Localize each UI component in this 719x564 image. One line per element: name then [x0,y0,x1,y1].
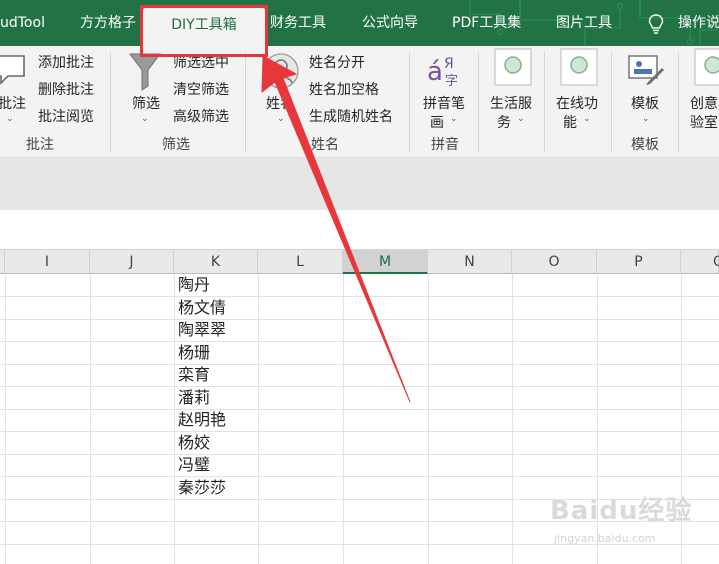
gridline [0,476,719,477]
group-separator [544,52,545,152]
gridline [0,341,719,342]
ribbon-panel: 批注 ⌄ 添加批注 删除批注 批注阅览 批注 筛选 ⌄ 筛选选中 清空筛选 高级… [0,46,719,158]
tell-me-box[interactable]: 操作说 [648,0,719,46]
gridline [0,409,719,410]
watermark-logo: Baidu经验 [550,496,693,526]
group-label-filter: 筛选 [162,137,190,153]
chevron-down-icon: ⌄ [277,114,285,124]
chevron-down-icon: ⌄ [141,114,149,124]
tab-finance-tools[interactable]: 财务工具 [270,0,326,46]
tab-pdf-tools[interactable]: PDF工具集 [452,0,521,46]
life-services-button[interactable]: 生活服 [490,93,532,113]
column-header-k[interactable]: K [174,250,258,274]
baidu-watermark: Baidu经验 jingyan.baidu.com [548,490,718,560]
advanced-filter-button[interactable]: 高级筛选 [173,106,229,126]
cell-k-name[interactable]: 杨珊 [178,342,210,364]
chevron-down-icon: ⌄ [583,114,591,124]
delete-comment-button[interactable]: 删除批注 [38,79,94,99]
life-services-icon[interactable] [494,48,532,88]
group-label-comments: 批注 [26,137,54,153]
pinyin-icon[interactable]: á Я 字 [426,52,464,88]
group-separator [245,52,246,152]
svg-text:Я: Я [444,56,454,72]
gridline [0,364,719,365]
comment-big-button[interactable]: 批注 [0,93,26,113]
filter-big-button[interactable]: 筛选 [132,93,160,113]
life-services-button-line2[interactable]: 务 [497,112,511,132]
gridline [0,296,719,297]
column-header-p[interactable]: P [597,250,681,274]
group-separator [478,52,479,152]
creative-lab-button-line2[interactable]: 验室 [690,112,718,132]
gridline [0,431,719,432]
template-icon[interactable] [626,52,666,90]
column-header-j[interactable]: J [90,250,174,274]
svg-text:字: 字 [445,74,458,88]
watermark-url: jingyan.baidu.com [554,532,656,545]
funnel-icon[interactable] [128,52,162,92]
add-comment-button[interactable]: 添加批注 [38,52,94,72]
clear-filter-button[interactable]: 清空筛选 [173,79,229,99]
gridline [0,319,719,320]
ribbon-tab-bar: udTool 方方格子 DIY工具箱 财务工具 公式向导 PDF工具集 图片工具… [0,0,719,46]
name-add-space-button[interactable]: 姓名加空格 [309,79,379,99]
lightbulb-icon [648,14,664,34]
chevron-down-icon: ⌄ [450,114,458,124]
cell-k-name[interactable]: 潘莉 [178,387,210,409]
tab-image-tools[interactable]: 图片工具 [556,0,612,46]
random-name-button[interactable]: 生成随机姓名 [309,106,393,126]
cell-k-name[interactable]: 秦莎莎 [178,477,226,499]
chevron-down-icon: ⌄ [6,114,14,124]
cell-k-name[interactable]: 冯璧 [178,454,210,476]
tab-fangfang-gezi[interactable]: 方方格子 [80,0,136,46]
template-big-button[interactable]: 模板 [631,93,659,113]
person-icon[interactable] [262,52,300,90]
online-features-button-line2[interactable]: 能 [563,112,577,132]
column-header-m[interactable]: M [343,250,428,274]
tab-formula-wizard[interactable]: 公式向导 [362,0,418,46]
group-label-template: 模板 [631,137,659,153]
formula-bar[interactable] [0,210,719,250]
creative-lab-button[interactable]: 创意 [690,93,718,113]
group-label-name: 姓名 [311,137,339,153]
creative-lab-icon[interactable] [694,48,719,88]
cell-k-name[interactable]: 赵明艳 [178,409,226,431]
comment-icon[interactable] [0,52,28,88]
view-comments-button[interactable]: 批注阅览 [38,106,94,126]
column-header-q[interactable]: Q [681,250,719,274]
cell-k-name[interactable]: 杨姣 [178,432,210,454]
highlight-box-diy-tab [140,5,268,57]
cell-k-name[interactable]: 陶翠翠 [178,319,226,341]
split-name-button[interactable]: 姓名分开 [309,52,365,72]
group-separator [678,52,679,152]
online-features-icon[interactable] [560,48,598,88]
toolbar-band [0,158,719,210]
cell-k-name[interactable]: 杨文倩 [178,297,226,319]
gridline [0,386,719,387]
group-separator [611,52,612,152]
column-header-l[interactable]: L [258,250,343,274]
tab-udtool[interactable]: udTool [0,0,60,46]
pinyin-big-button[interactable]: 拼音笔 [423,93,465,113]
name-big-button[interactable]: 姓名 [266,93,294,113]
column-header-o[interactable]: O [512,250,597,274]
chevron-down-icon: ⌄ [517,114,525,124]
online-features-button[interactable]: 在线功 [556,93,598,113]
gridline [0,454,719,455]
tell-me-label: 操作说 [678,15,719,31]
column-header-n[interactable]: N [428,250,512,274]
cell-k-name[interactable]: 陶丹 [178,274,210,296]
group-label-pinyin: 拼音 [431,137,459,153]
pinyin-big-button-line2[interactable]: 画 [430,112,444,132]
group-separator [409,52,410,152]
svg-text:á: á [427,57,443,87]
cell-k-name[interactable]: 栾育 [178,364,210,386]
chevron-down-icon: ⌄ [642,114,650,124]
group-separator [110,52,111,152]
column-header-i[interactable]: I [5,250,90,274]
